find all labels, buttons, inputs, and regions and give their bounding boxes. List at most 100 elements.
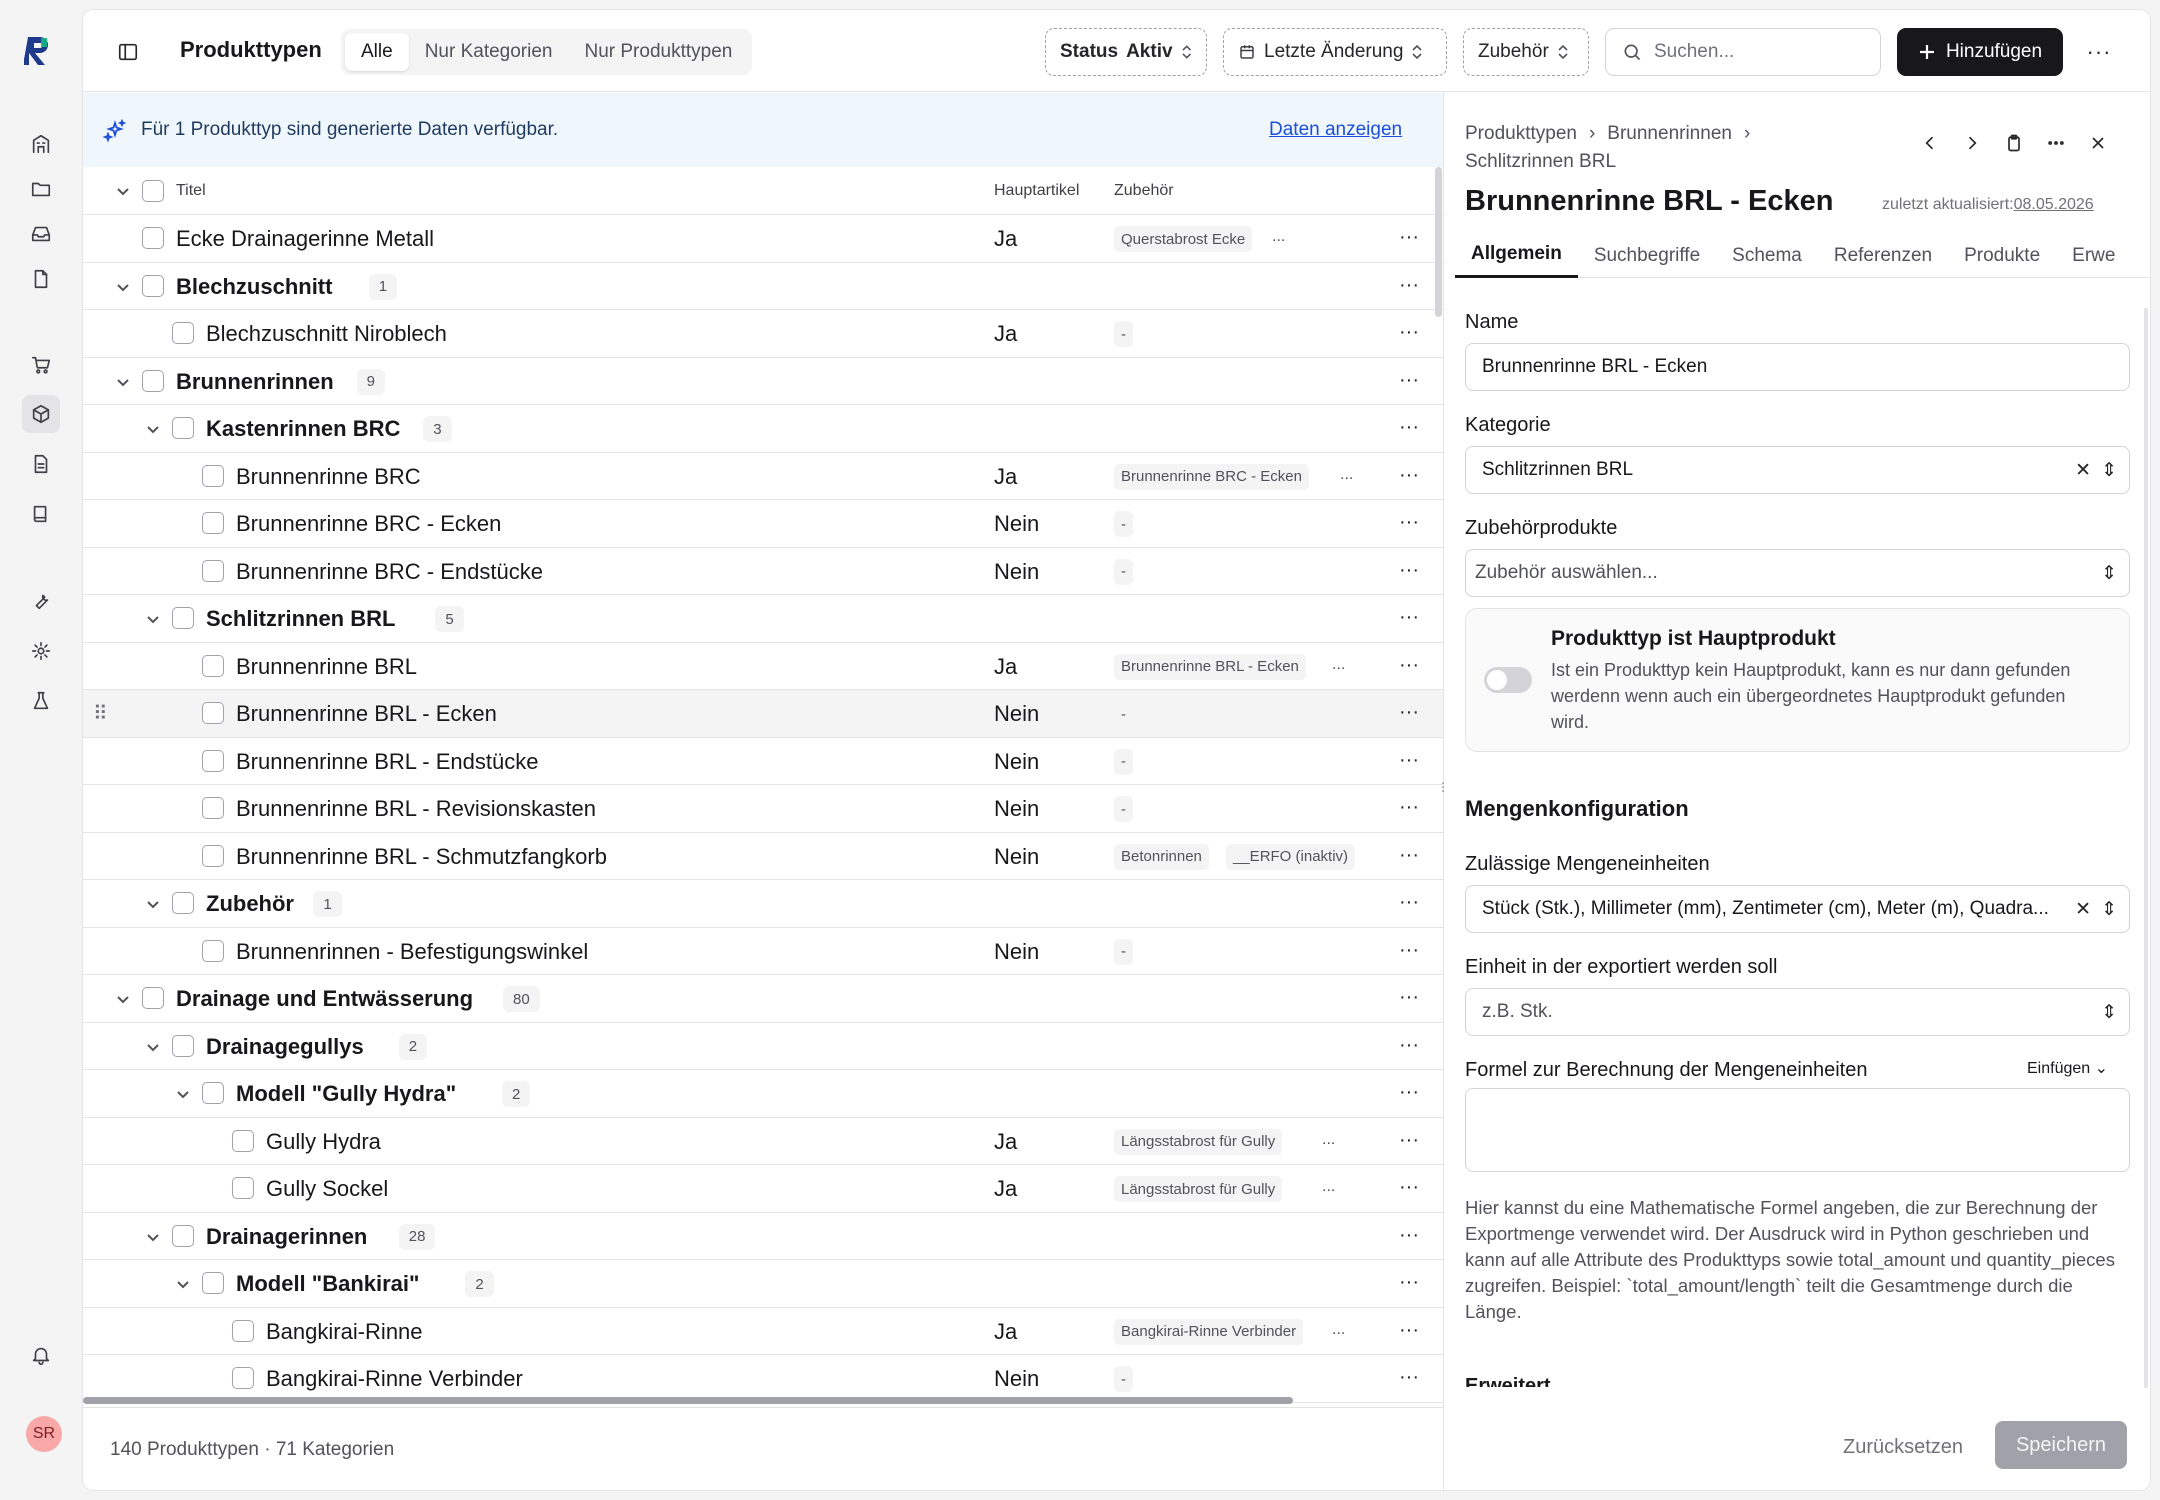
gear-icon[interactable] — [22, 632, 60, 670]
chevron-down-icon[interactable] — [144, 895, 162, 913]
table-row[interactable]: Brunnenrinne BRL - Revisionskasten Nein - ·… — [83, 785, 1443, 833]
row-accessory-more[interactable]: ... — [1340, 466, 1353, 484]
main-product-toggle[interactable] — [1484, 667, 1532, 693]
row-checkbox[interactable] — [172, 322, 194, 344]
row-checkbox[interactable] — [202, 749, 224, 772]
bell-icon[interactable] — [22, 1336, 60, 1374]
chevron-down-icon[interactable] — [144, 420, 162, 438]
row-checkbox[interactable] — [202, 559, 224, 582]
table-row[interactable]: Brunnenrinne BRL Ja Brunnenrinne BRL - Eck… — [83, 643, 1443, 690]
horizontal-scrollbar[interactable] — [83, 1397, 1293, 1404]
row-more-icon[interactable]: ··· — [1399, 464, 1419, 487]
row-checkbox[interactable] — [142, 369, 164, 392]
row-checkbox[interactable] — [202, 797, 224, 819]
tab-schema[interactable]: Schema — [1716, 233, 1818, 278]
table-row[interactable]: Bangkirai-Rinne Ja Bangkirai-Rinne Verbind… — [83, 1308, 1443, 1355]
table-row[interactable]: Modell "Gully Hydra" 2 ··· — [83, 1070, 1443, 1118]
folder-icon[interactable] — [22, 170, 60, 208]
table-row[interactable]: Drainage und Entwässerung 80 ··· — [83, 975, 1443, 1023]
breadcrumb-item[interactable]: Brunnenrinnen — [1607, 123, 1732, 145]
row-more-icon[interactable]: ··· — [1399, 1081, 1419, 1104]
row-more-icon[interactable]: ··· — [1399, 226, 1419, 249]
avatar[interactable]: SR — [26, 1416, 62, 1452]
row-accessory-more[interactable]: ... — [1332, 656, 1345, 674]
status-filter[interactable]: Status Aktiv — [1045, 28, 1207, 76]
row-checkbox[interactable] — [142, 274, 164, 297]
accessories-select[interactable]: Zubehör auswählen... ⇕ — [1465, 549, 2130, 597]
chevron-down-icon[interactable] — [144, 1228, 162, 1246]
chevron-down-icon[interactable] — [114, 182, 132, 200]
row-more-icon[interactable]: ··· — [1399, 796, 1419, 819]
row-accessory-more[interactable]: ... — [1322, 1178, 1335, 1196]
breadcrumb-item[interactable]: Produkttypen — [1465, 123, 1577, 145]
table-row[interactable]: Brunnenrinne BRC Ja Brunnenrinne BRC - Eck… — [83, 453, 1443, 500]
table-row[interactable]: Bangkirai-Rinne Verbinder Nein - ··· — [83, 1355, 1443, 1403]
table-row[interactable]: Blechzuschnitt Niroblech Ja - ··· — [83, 310, 1443, 358]
row-checkbox[interactable] — [202, 702, 224, 724]
table-row[interactable]: Schlitzrinnen BRL 5 ··· — [83, 595, 1443, 643]
row-checkbox[interactable] — [142, 987, 164, 1009]
table-row[interactable]: Brunnenrinne BRC - Endstücke Nein - ··· — [83, 548, 1443, 595]
row-more-icon[interactable]: ··· — [1399, 1129, 1419, 1152]
table-row[interactable]: Zubehör 1 ··· — [83, 880, 1443, 928]
table-row[interactable]: Blechzuschnitt 1 ··· — [83, 263, 1443, 310]
add-button[interactable]: Hinzufügen — [1897, 28, 2063, 76]
accessory-filter[interactable]: Zubehör — [1463, 28, 1589, 76]
row-checkbox[interactable] — [202, 512, 224, 534]
document-icon[interactable] — [22, 445, 60, 483]
row-checkbox[interactable] — [232, 1367, 254, 1389]
next-icon[interactable] — [1956, 127, 1988, 159]
tab-extended[interactable]: Erwe — [2056, 233, 2131, 278]
row-more-icon[interactable]: ··· — [1399, 1224, 1419, 1247]
table-row[interactable]: Drainagegullys 2 ··· — [83, 1023, 1443, 1070]
tab-search-terms[interactable]: Suchbegriffe — [1578, 233, 1716, 278]
inbox-icon[interactable] — [22, 215, 60, 253]
row-more-icon[interactable]: ··· — [1399, 891, 1419, 914]
export-unit-select[interactable]: z.B. Stk. ⇕ — [1465, 988, 2130, 1036]
tab-products[interactable]: Produkte — [1948, 233, 2056, 278]
search-input[interactable]: Suchen... — [1605, 28, 1881, 76]
row-checkbox[interactable] — [172, 892, 194, 914]
chevron-down-icon[interactable] — [114, 278, 132, 296]
segment-all[interactable]: Alle — [345, 33, 409, 71]
clear-icon[interactable]: ✕ — [2075, 459, 2091, 482]
column-accessory[interactable]: Zubehör — [1114, 182, 1174, 200]
row-more-icon[interactable]: ··· — [1399, 654, 1419, 677]
show-data-link[interactable]: Daten anzeigen — [1269, 119, 1402, 141]
row-more-icon[interactable]: ··· — [1399, 939, 1419, 962]
book-icon[interactable] — [22, 495, 60, 533]
building-icon[interactable] — [22, 125, 60, 163]
table-row[interactable]: Brunnenrinne BRL - Endstücke Nein - ··· — [83, 738, 1443, 785]
row-more-icon[interactable]: ··· — [1399, 274, 1419, 297]
category-select[interactable]: Schlitzrinnen BRL ✕ ⇕ — [1465, 446, 2130, 494]
flask-icon[interactable] — [22, 682, 60, 720]
row-more-icon[interactable]: ··· — [1399, 1176, 1419, 1199]
previous-icon[interactable] — [1914, 127, 1946, 159]
chevron-down-icon[interactable] — [114, 990, 132, 1008]
file-icon[interactable] — [22, 260, 60, 298]
row-more-icon[interactable]: ··· — [1399, 559, 1419, 582]
breadcrumb-item[interactable]: Schlitzrinnen BRL — [1465, 151, 1616, 173]
row-checkbox[interactable] — [232, 1177, 254, 1199]
vertical-scrollbar[interactable] — [1435, 167, 1442, 317]
reset-button[interactable]: Zurücksetzen — [1843, 1436, 1963, 1459]
row-more-icon[interactable]: ··· — [1399, 511, 1419, 534]
table-row[interactable]: Gully Sockel Ja Längsstabrost für Gully...… — [83, 1165, 1443, 1213]
changed-filter[interactable]: Letzte Änderung — [1223, 28, 1447, 76]
name-field[interactable]: Brunnenrinne BRL - Ecken — [1465, 343, 2130, 391]
row-more-icon[interactable]: ··· — [1399, 749, 1419, 772]
row-more-icon[interactable]: ··· — [1399, 844, 1419, 867]
row-accessory-more[interactable]: ... — [1322, 1131, 1335, 1149]
row-checkbox[interactable] — [172, 1224, 194, 1247]
save-button[interactable]: Speichern — [1995, 1421, 2127, 1469]
table-row[interactable]: Brunnenrinne BRC - Ecken Nein - ··· — [83, 500, 1443, 548]
wrench-icon[interactable] — [22, 582, 60, 620]
row-checkbox[interactable] — [202, 939, 224, 962]
detail-scrollbar[interactable] — [2144, 308, 2148, 1388]
row-checkbox[interactable] — [202, 844, 224, 867]
tab-references[interactable]: Referenzen — [1818, 233, 1948, 278]
row-accessory-more[interactable]: ... — [1332, 1321, 1345, 1339]
clipboard-icon[interactable] — [1998, 127, 2030, 159]
table-row[interactable]: Brunnenrinnen - Befestigungswinkel Nein - ·… — [83, 928, 1443, 975]
table-row[interactable]: Drainagerinnen 28 ··· — [83, 1213, 1443, 1260]
